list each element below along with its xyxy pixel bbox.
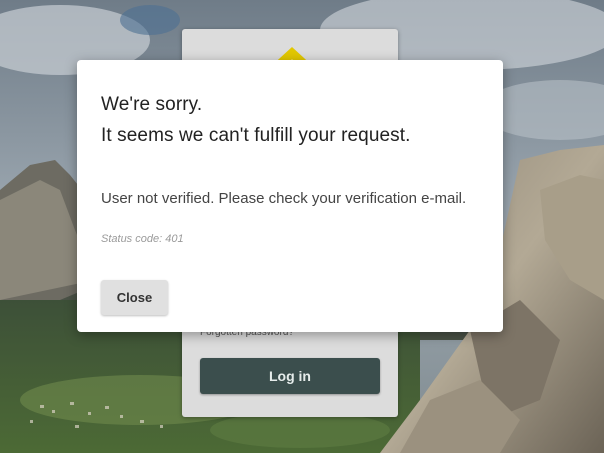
- status-code: Status code: 401: [101, 233, 184, 245]
- login-button[interactable]: Log in: [200, 358, 380, 394]
- dialog-title: We're sorry. It seems we can't fulfill y…: [101, 89, 411, 151]
- dialog-title-line-2: It seems we can't fulfill your request.: [101, 125, 411, 146]
- dialog-title-line-1: We're sorry.: [101, 94, 203, 115]
- close-button[interactable]: Close: [101, 280, 168, 315]
- dialog-message: User not verified. Please check your ver…: [101, 190, 467, 207]
- error-dialog: We're sorry. It seems we can't fulfill y…: [77, 60, 503, 332]
